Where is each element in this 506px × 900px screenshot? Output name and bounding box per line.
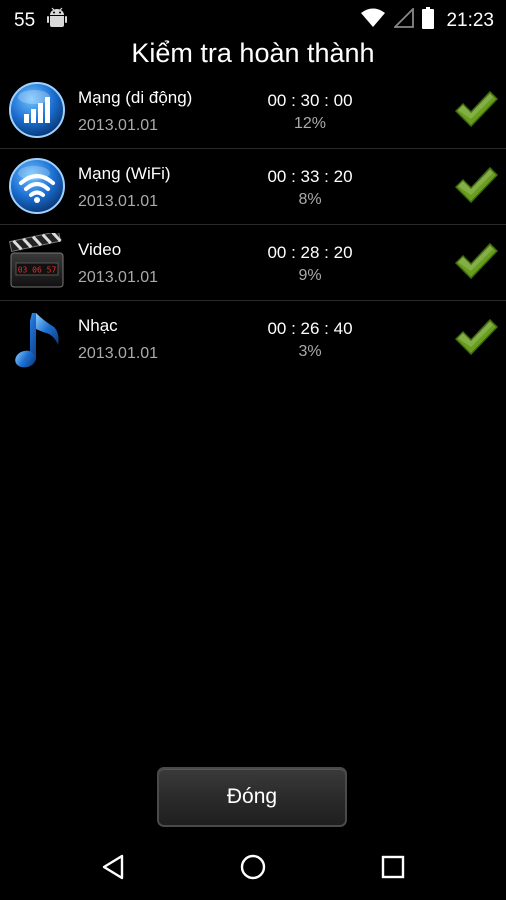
result-name: Mạng (di động) (78, 88, 193, 107)
video-clapper-icon: 03 06 57 (8, 230, 66, 291)
result-name: Mạng (WiFi) (78, 164, 171, 183)
result-date: 2013.01.01 (78, 269, 159, 286)
result-percent: 8% (298, 191, 322, 208)
result-row-wifi: Mạng (WiFi) 2013.01.01 00 : 33 : 20 8% (0, 149, 506, 225)
check-icon (454, 165, 499, 205)
result-row-mobile-network: Mạng (di động) 2013.01.01 00 : 30 : 00 1… (0, 73, 506, 149)
results-list: Mạng (di động) 2013.01.01 00 : 30 : 00 1… (0, 73, 506, 376)
check-icon (454, 317, 499, 357)
status-time: 21:23 (446, 9, 494, 31)
result-date: 2013.01.01 (78, 193, 159, 210)
check-icon (454, 89, 499, 129)
result-row-music: Nhạc 2013.01.01 00 : 26 : 40 3% (0, 301, 506, 376)
result-name: Video (78, 240, 122, 259)
wifi-globe-icon (8, 157, 66, 215)
result-date: 2013.01.01 (78, 117, 159, 134)
result-name: Nhạc (78, 316, 118, 335)
result-time: 00 : 33 : 20 (267, 167, 353, 186)
result-percent: 3% (298, 343, 322, 360)
result-percent: 12% (293, 115, 327, 132)
check-icon (454, 241, 499, 281)
wifi-icon (360, 8, 386, 33)
result-row-video: 03 06 57 Video 2013.01.01 00 : 28 : 20 9… (0, 225, 506, 301)
result-date: 2013.01.01 (78, 345, 159, 362)
clapper-counter-text: 03 06 57 (18, 266, 57, 275)
mobile-network-icon (8, 81, 66, 139)
cell-signal-icon (393, 6, 415, 33)
result-time: 00 : 26 : 40 (267, 319, 353, 338)
recents-icon[interactable] (376, 850, 410, 884)
page-title: Kiểm tra hoàn thành (131, 38, 375, 68)
result-time: 00 : 30 : 00 (267, 91, 353, 110)
back-icon[interactable] (96, 850, 130, 884)
home-icon[interactable] (236, 850, 270, 884)
result-percent: 9% (298, 267, 322, 284)
battery-icon (422, 7, 435, 34)
status-bar: 55 21:23 (0, 0, 506, 36)
music-note-icon (8, 309, 66, 368)
notification-count: 55 (14, 9, 36, 31)
android-icon (47, 7, 68, 34)
result-time: 00 : 28 : 20 (267, 243, 353, 262)
nav-bar (0, 832, 506, 900)
close-button[interactable]: Đóng (157, 767, 347, 827)
